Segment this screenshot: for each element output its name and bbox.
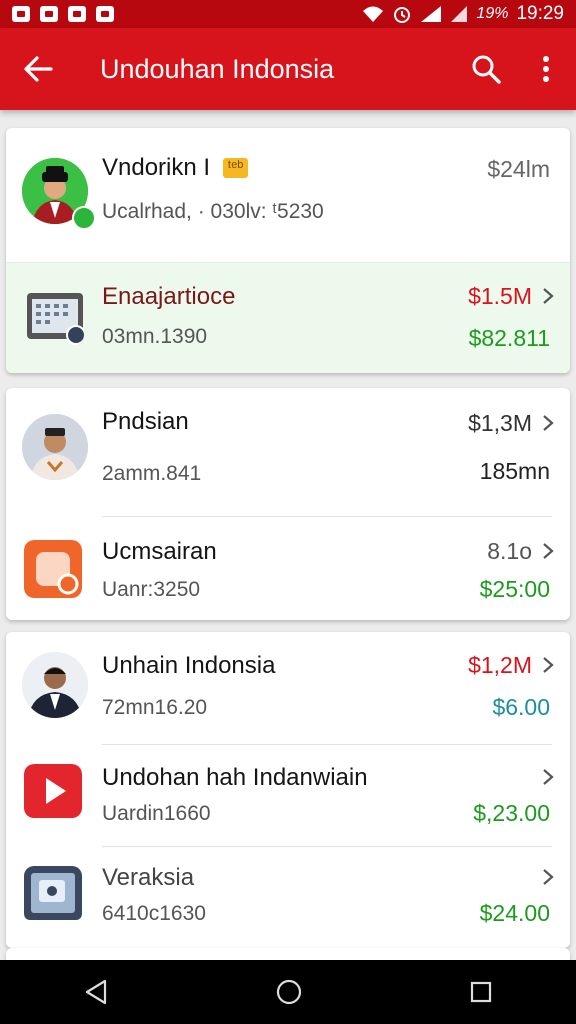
notification-icon — [96, 6, 114, 22]
nav-home-button[interactable] — [276, 979, 302, 1005]
youtube-icon — [24, 764, 82, 818]
transaction-secondary-amount: $6.00 — [492, 694, 550, 720]
more-vert-icon — [543, 56, 549, 82]
chevron-right-icon — [543, 657, 554, 673]
signal-icon — [421, 6, 442, 22]
list-item[interactable]: Veraksia 6410c1630 $24.00 — [6, 846, 570, 948]
signal-icon-2 — [451, 6, 468, 22]
contact-name: Vndorikn I ᵗᵉᵇ — [102, 154, 249, 182]
chevron-right-icon — [543, 869, 554, 885]
orange-app-icon — [24, 540, 82, 598]
transaction-name: Veraksia — [102, 864, 195, 891]
status-bar: 19% 19:29 — [0, 0, 576, 28]
transaction-amount: $1.5M — [468, 283, 532, 309]
chevron-right-icon — [543, 288, 554, 304]
system-navigation-bar — [0, 960, 576, 1024]
overflow-menu-button[interactable] — [516, 28, 576, 110]
transaction-secondary-amount: $25:00 — [479, 576, 550, 602]
alarm-icon — [394, 7, 411, 23]
arrow-back-icon — [24, 56, 53, 82]
transaction-amount: $1,2M — [468, 652, 532, 678]
calendar-app-icon — [27, 293, 84, 345]
notification-icons — [12, 6, 114, 22]
transaction-subtitle: Ucalrhad, · 030lv: ᵗ5230 — [102, 200, 324, 223]
contact-name: Pndsian — [102, 408, 189, 435]
transaction-secondary-amount: 185mn — [479, 458, 550, 484]
chevron-right-icon — [543, 543, 554, 559]
transaction-card: Unhain Indonsia 72mn16.20 $1,2M $6.00 Un… — [6, 632, 570, 948]
list-item-highlighted[interactable]: Enaajartioce 03mn.1390 $1.5M $82.811 — [6, 262, 570, 373]
notification-icon — [40, 6, 58, 22]
transaction-amount: 8.1o — [487, 538, 532, 564]
notification-icon — [68, 6, 86, 22]
transaction-secondary-amount: $24.00 — [479, 900, 550, 926]
avatar — [22, 652, 88, 718]
transaction-subtitle: 6410c1630 — [102, 902, 206, 925]
nav-back-button[interactable] — [84, 979, 108, 1005]
nav-recents-button[interactable] — [470, 981, 492, 1003]
device-app-icon — [24, 866, 82, 920]
page-title: Undouhan Indonsia — [100, 53, 335, 84]
transaction-subtitle: Uardin1660 — [102, 802, 211, 825]
list-item[interactable]: Pndsian 2amm.841 $1,3M 185mn — [6, 388, 570, 516]
avatar — [22, 414, 88, 480]
transaction-name: Enaajartioce — [102, 283, 236, 310]
transaction-subtitle: 03mn.1390 — [102, 325, 208, 348]
transaction-amount: $1,3M — [468, 410, 532, 436]
notification-icon — [12, 6, 30, 22]
search-icon — [472, 55, 501, 84]
back-button[interactable] — [0, 28, 76, 110]
transaction-subtitle: 2amm.841 — [102, 462, 202, 485]
transaction-subtitle: Uanr:3250 — [102, 578, 201, 601]
chevron-right-icon — [543, 769, 554, 785]
battery-percentage: 19% — [476, 5, 509, 22]
transaction-card: Vndorikn I ᵗᵉᵇ Ucalrhad, · 030lv: ᵗ5230 … — [6, 128, 570, 373]
tag-badge: ᵗᵉᵇ — [222, 158, 249, 178]
transaction-card: Pndsian 2amm.841 $1,3M 185mn Ucmsairan U… — [6, 388, 570, 620]
clock: 19:29 — [516, 3, 564, 24]
transaction-secondary-amount: $,23.00 — [473, 800, 550, 826]
transaction-name: Ucmsairan — [102, 538, 217, 565]
transaction-name: Undohan hah Indanwiain — [102, 764, 368, 791]
list-item[interactable]: Undohan hah Indanwiain Uardin1660 $,23.0… — [6, 744, 570, 846]
verified-badge-icon — [72, 206, 96, 230]
transaction-secondary-amount: $82.811 — [468, 325, 550, 351]
transaction-amount: $24lm — [487, 156, 550, 182]
chevron-right-icon — [543, 415, 554, 431]
transaction-subtitle: 72mn16.20 — [102, 696, 208, 719]
search-button[interactable] — [456, 28, 516, 110]
contact-name: Unhain Indonsia — [102, 652, 276, 679]
list-item[interactable]: Ucmsairan Uanr:3250 8.1o $25:00 — [6, 516, 570, 620]
app-bar: Undouhan Indonsia — [0, 28, 576, 110]
wifi-icon — [363, 6, 384, 22]
list-item[interactable]: Vndorikn I ᵗᵉᵇ Ucalrhad, · 030lv: ᵗ5230 … — [6, 128, 570, 262]
list-item[interactable]: Unhain Indonsia 72mn16.20 $1,2M $6.00 — [6, 632, 570, 744]
